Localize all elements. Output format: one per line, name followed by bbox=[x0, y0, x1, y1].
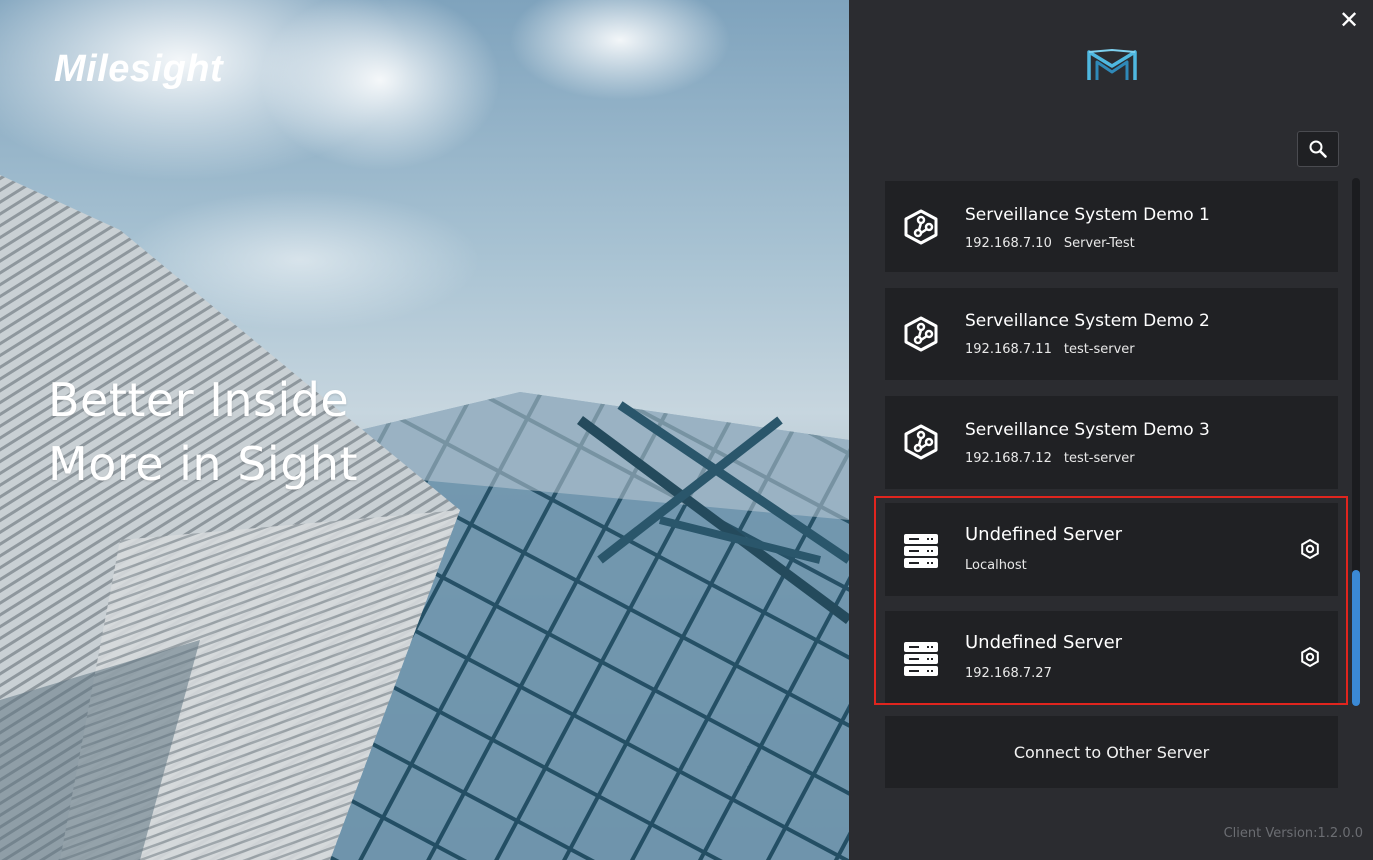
cube-network-icon bbox=[904, 424, 938, 460]
server-rack-icon bbox=[904, 642, 938, 676]
search-icon bbox=[1309, 140, 1327, 158]
close-icon[interactable]: ✕ bbox=[1337, 8, 1361, 32]
hero-tagline: Better Inside More in Sight bbox=[48, 368, 358, 496]
milesight-brand-logo: Milesight bbox=[54, 48, 224, 90]
server-ip: 192.168.7.11 bbox=[965, 342, 1052, 357]
cube-network-icon bbox=[904, 316, 938, 352]
server-card[interactable]: Serveillance System Demo 2 192.168.7.11 t… bbox=[885, 288, 1338, 380]
server-name: Undefined Server bbox=[965, 632, 1123, 653]
server-name: Undefined Server bbox=[965, 524, 1123, 545]
server-card[interactable]: Undefined Server 192.168.7.27 bbox=[885, 611, 1338, 704]
server-details: 192.168.7.10 Server-Test bbox=[965, 236, 1135, 251]
server-tag: test-server bbox=[1063, 451, 1135, 466]
server-ip: Localhost bbox=[965, 558, 1027, 573]
client-version: Client Version:1.2.0.0 bbox=[1223, 826, 1363, 841]
server-card[interactable]: Undefined Server Localhost bbox=[885, 503, 1338, 596]
settings-gear-icon[interactable] bbox=[1299, 538, 1321, 560]
server-details: Localhost bbox=[965, 558, 1027, 573]
connect-other-server-button[interactable]: Connect to Other Server bbox=[885, 716, 1338, 788]
server-card[interactable]: Serveillance System Demo 1 192.168.7.10 S… bbox=[885, 181, 1338, 272]
scrollbar-thumb[interactable] bbox=[1352, 570, 1360, 706]
server-selection-panel: ✕ Serveillance System Demo 1 192.168.7.1… bbox=[849, 0, 1373, 860]
tagline-line-1: Better Inside bbox=[48, 373, 350, 427]
settings-gear-icon[interactable] bbox=[1299, 646, 1321, 668]
server-ip: 192.168.7.12 bbox=[965, 451, 1052, 466]
server-ip: 192.168.7.27 bbox=[965, 666, 1052, 681]
server-card[interactable]: Serveillance System Demo 3 192.168.7.12 t… bbox=[885, 396, 1338, 489]
hero-banner: Milesight Better Inside More in Sight bbox=[0, 0, 849, 860]
search-button[interactable] bbox=[1297, 131, 1339, 167]
server-details: 192.168.7.27 bbox=[965, 666, 1052, 681]
server-tag: test-server bbox=[1063, 342, 1135, 357]
milesight-m-logo-icon bbox=[1087, 48, 1137, 80]
server-rack-icon bbox=[904, 534, 938, 568]
server-details: 192.168.7.11 test-server bbox=[965, 342, 1135, 357]
cube-network-icon bbox=[904, 209, 938, 245]
server-details: 192.168.7.12 test-server bbox=[965, 451, 1135, 466]
server-name: Serveillance System Demo 1 bbox=[965, 205, 1210, 225]
server-ip: 192.168.7.10 bbox=[965, 236, 1052, 251]
server-name: Serveillance System Demo 3 bbox=[965, 420, 1210, 440]
server-tag: Server-Test bbox=[1063, 236, 1135, 251]
tagline-line-2: More in Sight bbox=[48, 437, 359, 491]
server-name: Serveillance System Demo 2 bbox=[965, 311, 1210, 331]
